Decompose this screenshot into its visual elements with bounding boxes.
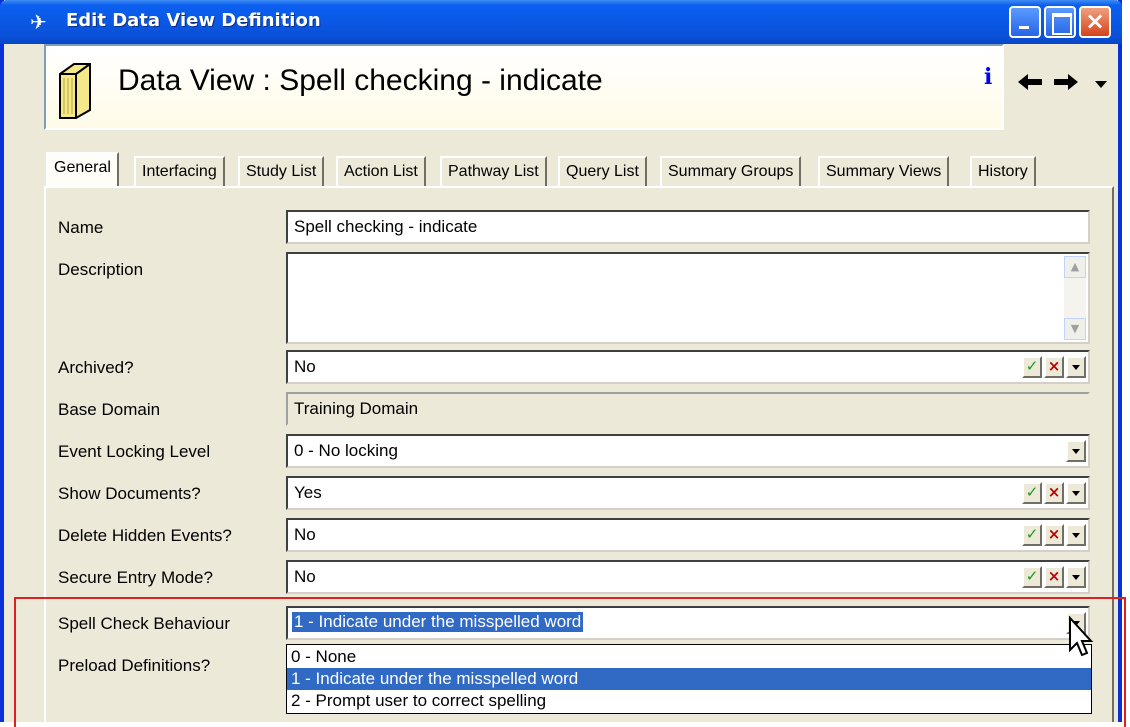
forward-arrow-icon[interactable] <box>1052 72 1080 92</box>
confirm-check-icon[interactable]: ✓ <box>1022 566 1042 588</box>
archived-select[interactable]: No ✓ × <box>286 350 1090 384</box>
annotation-highlight-box <box>14 597 1126 727</box>
archived-label: Archived? <box>58 358 134 377</box>
confirm-check-icon[interactable]: ✓ <box>1022 482 1042 504</box>
window-title: Edit Data View Definition <box>66 10 321 31</box>
tab-history[interactable]: History <box>970 156 1036 186</box>
tab-label: Pathway List <box>448 163 539 180</box>
dropdown-button[interactable] <box>1066 440 1086 462</box>
base-domain-value: Training Domain <box>294 399 419 418</box>
show-documents-select[interactable]: Yes ✓ × <box>286 476 1090 510</box>
app-icon: ✈ <box>30 10 47 34</box>
tab-summary-groups[interactable]: Summary Groups <box>660 156 802 186</box>
name-input[interactable]: Spell checking - indicate <box>286 210 1090 244</box>
secure-entry-select[interactable]: No ✓ × <box>286 560 1090 594</box>
tab-label: History <box>978 163 1028 180</box>
minimize-button[interactable] <box>1009 6 1041 38</box>
archived-value: No <box>294 357 316 376</box>
secure-entry-value: No <box>294 567 316 586</box>
mouse-cursor-icon <box>1069 616 1094 657</box>
description-label: Description <box>58 260 144 279</box>
chevron-down-icon <box>1072 533 1080 538</box>
book-icon <box>59 63 91 119</box>
close-icon: × <box>1084 7 1106 35</box>
description-textarea[interactable]: ▲ ▼ <box>286 252 1090 344</box>
confirm-check-icon[interactable]: ✓ <box>1022 524 1042 546</box>
clear-x-icon[interactable]: × <box>1044 566 1064 588</box>
scroll-up-icon[interactable]: ▲ <box>1064 256 1086 278</box>
record-title: Data View : Spell checking - indicate <box>118 64 603 97</box>
base-domain-label: Base Domain <box>58 400 161 419</box>
tab-pathway-list[interactable]: Pathway List <box>440 156 547 186</box>
tab-study-list[interactable]: Study List <box>238 156 325 186</box>
tab-label: Interfacing <box>142 163 217 180</box>
tab-label: General <box>54 159 111 176</box>
name-value: Spell checking - indicate <box>294 217 478 236</box>
tab-label: Summary Views <box>826 163 942 180</box>
dropdown-button[interactable] <box>1066 566 1086 588</box>
tab-interfacing[interactable]: Interfacing <box>134 156 225 186</box>
maximize-button[interactable] <box>1044 6 1076 38</box>
event-locking-label: Event Locking Level <box>58 442 211 461</box>
dropdown-button[interactable] <box>1066 356 1086 378</box>
info-icon[interactable]: i <box>984 64 1000 94</box>
delete-hidden-label: Delete Hidden Events? <box>58 526 232 545</box>
delete-hidden-select[interactable]: No ✓ × <box>286 518 1090 552</box>
dropdown-button[interactable] <box>1066 482 1086 504</box>
tab-summary-views[interactable]: Summary Views <box>818 156 950 186</box>
record-header: Data View : Spell checking - indicate i <box>44 44 1118 130</box>
tab-label: Study List <box>246 163 317 180</box>
secure-entry-label: Secure Entry Mode? <box>58 568 213 587</box>
minimize-icon <box>1011 8 1039 36</box>
tab-label: Query List <box>566 163 639 180</box>
tab-action-list[interactable]: Action List <box>336 156 426 186</box>
chevron-down-icon <box>1072 575 1080 580</box>
clear-x-icon[interactable]: × <box>1044 482 1064 504</box>
description-scrollbar[interactable]: ▲ ▼ <box>1064 256 1086 340</box>
chevron-down-icon <box>1072 491 1080 496</box>
show-documents-label: Show Documents? <box>58 484 201 503</box>
tab-label: Summary Groups <box>668 163 794 180</box>
base-domain-field: Training Domain <box>286 392 1090 426</box>
tab-strip: General Interfacing Study List Action Li… <box>44 152 1104 186</box>
event-locking-select[interactable]: 0 - No locking <box>286 434 1090 468</box>
show-documents-value: Yes <box>294 483 322 502</box>
clear-x-icon[interactable]: × <box>1044 524 1064 546</box>
clear-x-icon[interactable]: × <box>1044 356 1064 378</box>
title-bar[interactable]: ✈ Edit Data View Definition × <box>0 0 1122 44</box>
back-arrow-icon[interactable] <box>1016 72 1044 92</box>
name-label: Name <box>58 218 104 237</box>
scroll-down-icon[interactable]: ▼ <box>1064 318 1086 340</box>
delete-hidden-value: No <box>294 525 316 544</box>
menu-chevron-down-icon[interactable] <box>1094 80 1108 90</box>
event-locking-value: 0 - No locking <box>294 441 398 460</box>
dropdown-button[interactable] <box>1066 524 1086 546</box>
tab-label: Action List <box>344 163 418 180</box>
maximize-icon <box>1046 8 1074 36</box>
chevron-down-icon <box>1072 365 1080 370</box>
tab-query-list[interactable]: Query List <box>558 156 647 186</box>
chevron-down-icon <box>1072 449 1080 454</box>
close-button[interactable]: × <box>1079 6 1111 38</box>
confirm-check-icon[interactable]: ✓ <box>1022 356 1042 378</box>
tab-general[interactable]: General <box>46 152 119 186</box>
header-title-box: Data View : Spell checking - indicate <box>44 44 1004 130</box>
